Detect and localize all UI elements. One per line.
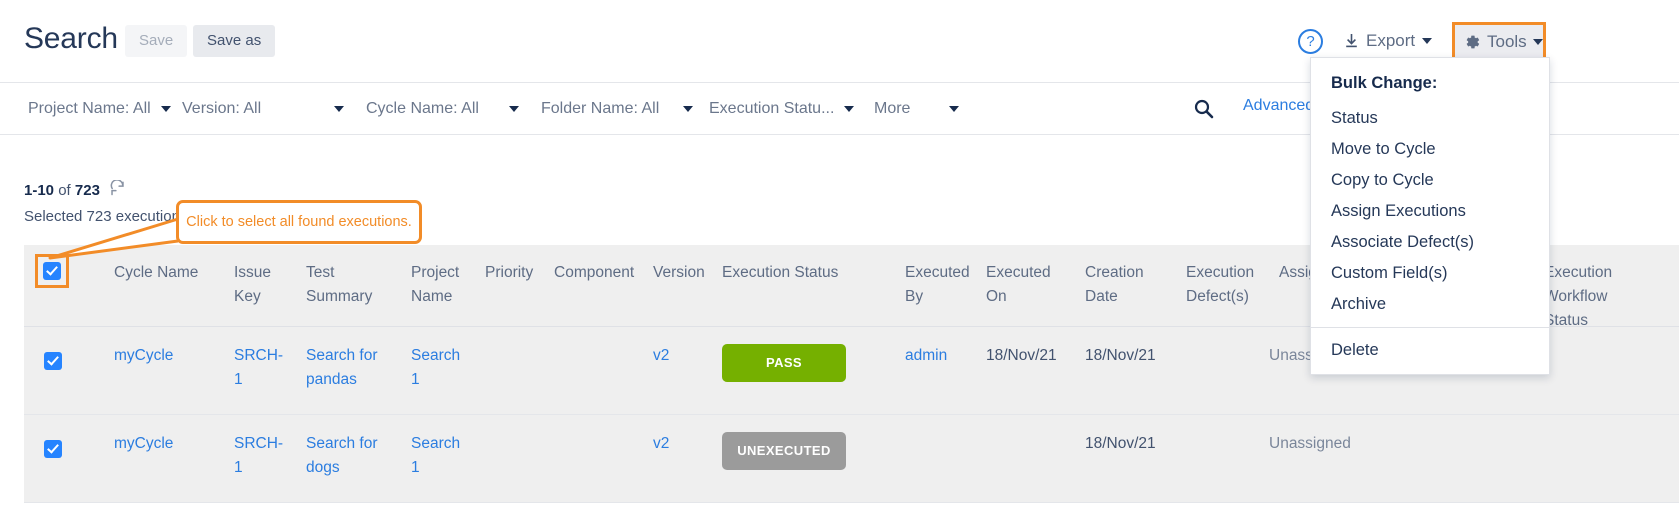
- menu-item-custom-fields[interactable]: Custom Field(s): [1311, 258, 1549, 289]
- refresh-icon[interactable]: [109, 180, 126, 201]
- menu-item-move-to-cycle[interactable]: Move to Cycle: [1311, 134, 1549, 165]
- cell-executed-on: 18/Nov/21: [986, 344, 1076, 368]
- menu-heading-bulk-change: Bulk Change:: [1311, 68, 1549, 103]
- chevron-down-icon: [844, 106, 854, 112]
- chevron-down-icon: [161, 106, 171, 112]
- menu-item-status[interactable]: Status: [1311, 103, 1549, 134]
- tools-dropdown-menu: Bulk Change: Status Move to Cycle Copy t…: [1310, 57, 1550, 375]
- cell-assignee: Unassigned: [1269, 432, 1379, 456]
- status-badge[interactable]: PASS: [722, 344, 846, 382]
- chevron-down-icon: [1422, 38, 1432, 44]
- row-checkbox[interactable]: [44, 352, 62, 370]
- filter-version[interactable]: Version: All: [182, 100, 344, 118]
- filter-folder-name[interactable]: Folder Name: All: [541, 100, 693, 118]
- menu-separator: [1311, 327, 1549, 328]
- column-header-version[interactable]: Version: [653, 261, 723, 285]
- menu-item-archive[interactable]: Archive: [1311, 289, 1549, 320]
- cell-project-name[interactable]: Search 1: [411, 432, 471, 480]
- cell-issue-key[interactable]: SRCH-1: [234, 344, 286, 392]
- cell-test-summary[interactable]: Search for pandas: [306, 344, 386, 392]
- column-header-executed-by[interactable]: Executed By: [905, 261, 967, 309]
- tools-chevron-down-icon: [1533, 39, 1543, 45]
- results-count: 1-10 of 723: [24, 180, 187, 201]
- filter-label: Version: All: [182, 100, 261, 118]
- filter-label: Folder Name: All: [541, 100, 659, 118]
- results-total: 723: [75, 182, 100, 199]
- menu-item-assign-executions[interactable]: Assign Executions: [1311, 196, 1549, 227]
- save-button[interactable]: Save: [125, 25, 187, 57]
- results-range: 1-10: [24, 182, 54, 199]
- menu-item-delete[interactable]: Delete: [1311, 335, 1549, 366]
- filter-more[interactable]: More: [874, 100, 959, 118]
- column-header-execution-defects[interactable]: Execution Defect(s): [1186, 261, 1261, 309]
- cell-execution-status: PASS: [722, 344, 846, 382]
- filter-execution-status[interactable]: Execution Statu...: [709, 100, 854, 118]
- column-header-project-name[interactable]: Project Name: [411, 261, 476, 309]
- filter-label: Cycle Name: All: [366, 100, 479, 118]
- results-of-label: of: [58, 182, 71, 199]
- column-header-component[interactable]: Component: [554, 261, 649, 285]
- cell-test-summary[interactable]: Search for dogs: [306, 432, 386, 480]
- gear-icon: [1463, 33, 1481, 51]
- cell-creation-date: 18/Nov/21: [1085, 432, 1175, 456]
- row-checkbox[interactable]: [44, 440, 62, 458]
- menu-item-copy-to-cycle[interactable]: Copy to Cycle: [1311, 165, 1549, 196]
- filter-label: More: [874, 100, 910, 118]
- column-header-execution-status[interactable]: Execution Status: [722, 261, 882, 285]
- column-header-issue-key[interactable]: Issue Key: [234, 261, 286, 309]
- cell-issue-key[interactable]: SRCH-1: [234, 432, 286, 480]
- chevron-down-icon: [683, 106, 693, 112]
- page-title: Search: [24, 22, 118, 56]
- help-icon[interactable]: ?: [1298, 29, 1323, 54]
- cell-version[interactable]: v2: [653, 344, 713, 368]
- cell-creation-date: 18/Nov/21: [1085, 344, 1175, 368]
- column-header-creation-date[interactable]: Creation Date: [1085, 261, 1147, 309]
- column-header-priority[interactable]: Priority: [485, 261, 555, 285]
- tools-button[interactable]: Tools: [1452, 22, 1546, 61]
- table-row[interactable]: myCycle SRCH-1 Search for dogs Search 1 …: [24, 415, 1679, 503]
- cell-version[interactable]: v2: [653, 432, 713, 456]
- callout-text: Click to select all found executions.: [186, 214, 412, 230]
- chevron-down-icon: [509, 106, 519, 112]
- save-as-button[interactable]: Save as: [193, 25, 275, 57]
- download-icon: [1344, 33, 1359, 49]
- search-icon[interactable]: [1193, 98, 1215, 125]
- tools-label: Tools: [1487, 32, 1527, 52]
- cell-project-name[interactable]: Search 1: [411, 344, 471, 392]
- callout-tooltip: Click to select all found executions.: [176, 200, 422, 244]
- status-badge[interactable]: UNEXECUTED: [722, 432, 846, 470]
- menu-item-associate-defects[interactable]: Associate Defect(s): [1311, 227, 1549, 258]
- filter-cycle-name[interactable]: Cycle Name: All: [366, 100, 519, 118]
- filter-project-name[interactable]: Project Name: All: [28, 100, 176, 118]
- column-header-test-summary[interactable]: Test Summary: [306, 261, 386, 309]
- chevron-down-icon: [334, 106, 344, 112]
- column-header-executed-on[interactable]: Executed On: [986, 261, 1048, 309]
- filter-label: Execution Statu...: [709, 100, 834, 118]
- export-label: Export: [1366, 31, 1415, 51]
- column-header-execution-workflow-status[interactable]: Execution Workflow Status: [1544, 261, 1612, 333]
- cell-cycle-name[interactable]: myCycle: [114, 344, 224, 368]
- cell-executed-by[interactable]: admin: [905, 344, 967, 368]
- chevron-down-icon: [949, 106, 959, 112]
- filter-label: Project Name: All: [28, 100, 151, 118]
- cell-cycle-name[interactable]: myCycle: [114, 432, 224, 456]
- export-button[interactable]: Export: [1344, 26, 1432, 56]
- cell-execution-status: UNEXECUTED: [722, 432, 846, 470]
- advanced-search-link[interactable]: Advanced: [1243, 97, 1314, 115]
